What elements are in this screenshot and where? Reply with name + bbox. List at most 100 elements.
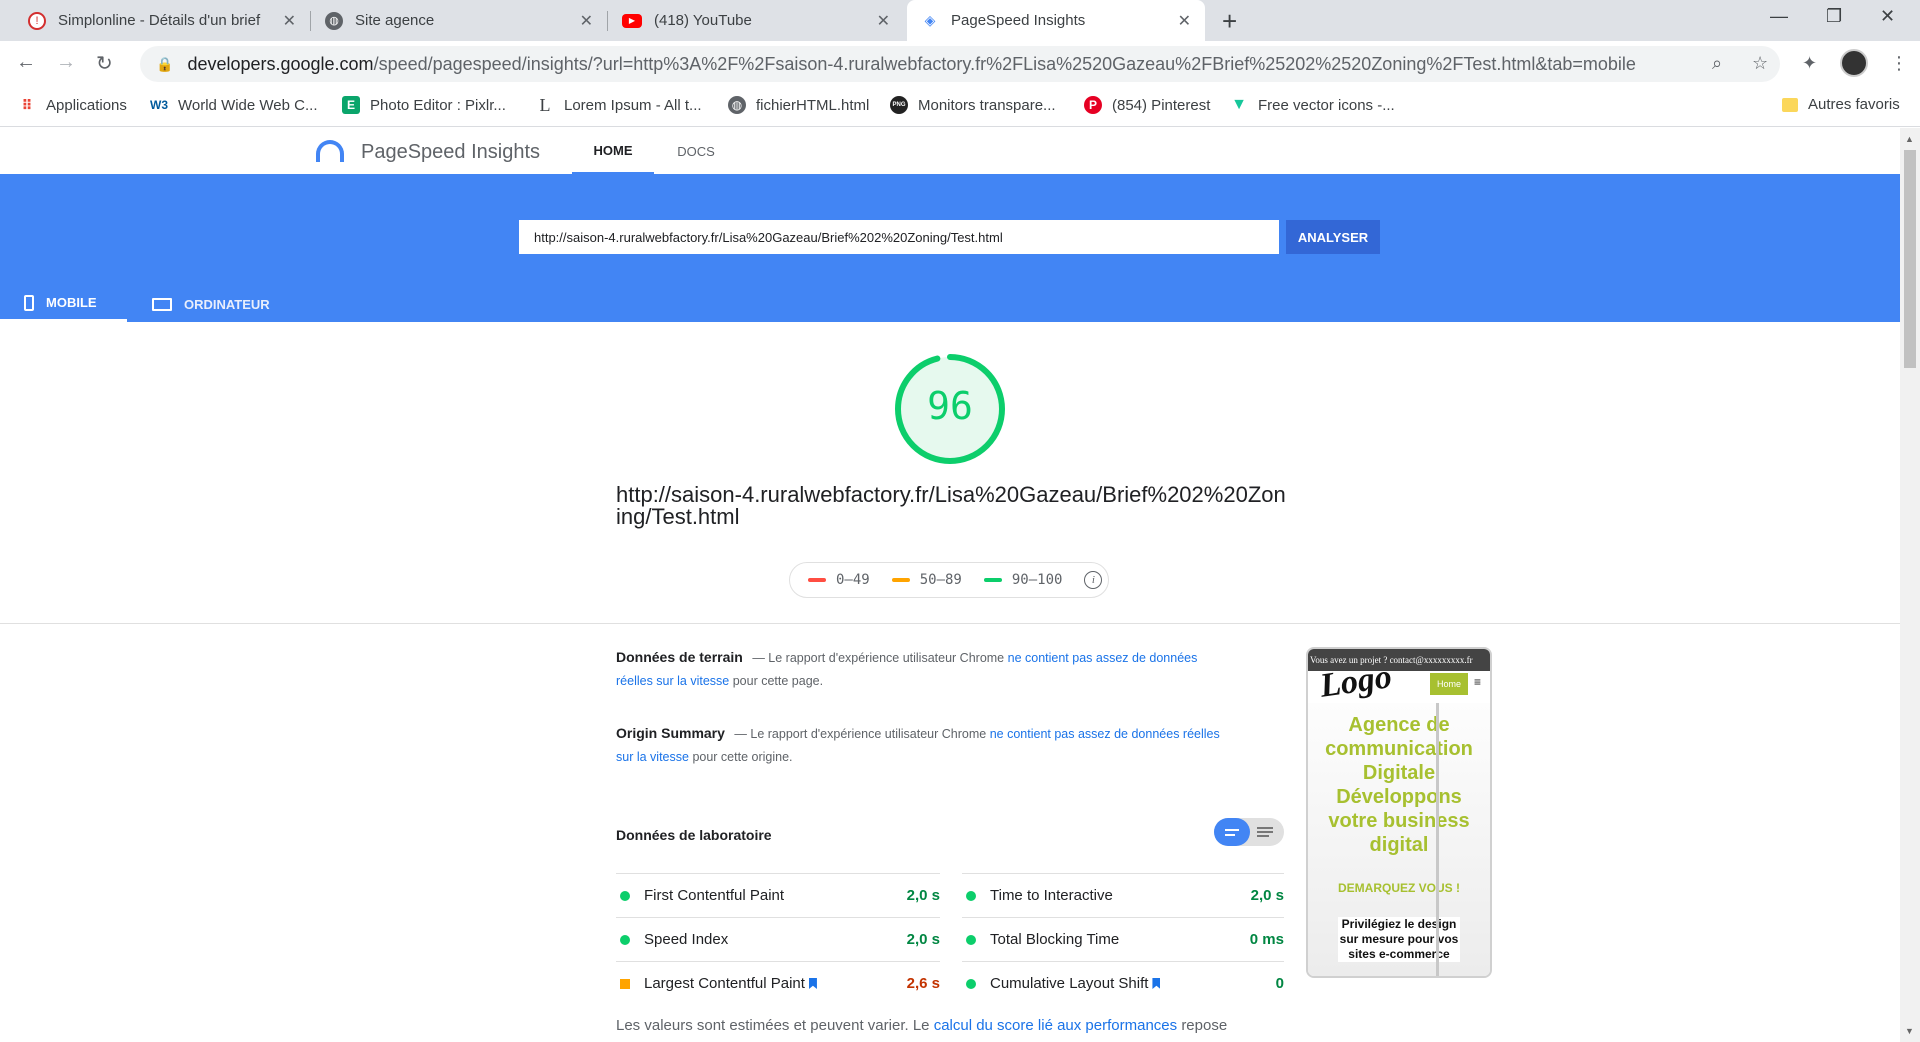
bookmark-label: Autres favoris [1808, 96, 1900, 113]
reload-icon[interactable]: ↻ [96, 51, 113, 76]
tab-mobile-label: MOBILE [46, 295, 97, 310]
field-data-section: Données de terrain — Le rapport d'expéri… [616, 646, 1236, 693]
metric-value: 0 [1275, 975, 1284, 992]
score-calculation-link[interactable]: calcul du score lié aux performances [934, 1017, 1177, 1034]
thumb-home-button: Home [1430, 673, 1468, 695]
back-icon[interactable]: ← [16, 51, 36, 74]
score-legend: 0–49 50–89 90–100 i [789, 562, 1109, 598]
close-icon[interactable]: ✕ [1178, 11, 1191, 31]
metric-label: Speed Index [644, 931, 729, 948]
browser-toolbar: ← → ↻ 🔒 developers.google.com/speed/page… [0, 41, 1920, 87]
thumb-subtext: Privilégiez le design sur mesure pour vo… [1338, 917, 1460, 962]
bookmark-flag-icon [1152, 978, 1161, 989]
restore-icon[interactable]: ❐ [1826, 6, 1842, 27]
apps-grid-icon: ⠿ [21, 96, 33, 113]
minimize-icon[interactable]: — [1770, 6, 1788, 27]
scroll-thumb[interactable] [1904, 150, 1916, 368]
globe-icon: ◍ [325, 11, 343, 30]
bookmark-label: (854) Pinterest [1112, 96, 1211, 114]
nav-home[interactable]: HOME [572, 128, 654, 174]
folder-icon [1782, 97, 1798, 112]
metric-row: Time to Interactive 2,0 s [962, 873, 1284, 917]
avatar[interactable] [1840, 49, 1868, 77]
address-path: /speed/pagespeed/insights/?url=http%3A%2… [373, 53, 1636, 74]
page-scrollbar[interactable]: ▲ ▼ [1900, 128, 1920, 1042]
phone-icon [24, 294, 34, 311]
close-icon[interactable]: ✕ [580, 11, 593, 31]
bookmark-label: Free vector icons -... [1258, 96, 1395, 114]
bookmarks-bar: ⠿ Applications W3 World Wide Web C... E … [0, 87, 1920, 127]
tab-site-agence[interactable]: ◍ Site agence ✕ [311, 0, 607, 41]
pagespeed-logo-icon [316, 140, 344, 162]
metric-row: Total Blocking Time 0 ms [962, 917, 1284, 961]
metric-label: Cumulative Layout Shift [990, 975, 1149, 992]
menu-dots-icon[interactable]: ⋮ [1890, 53, 1908, 74]
analysis-hero: ANALYSER MOBILE ORDINATEUR [0, 174, 1900, 322]
bookmark-w3c[interactable]: W3 World Wide Web C... [150, 96, 317, 114]
url-input[interactable] [519, 220, 1279, 254]
info-icon[interactable]: i [1084, 571, 1103, 589]
metric-label: Largest Contentful Paint [644, 975, 805, 992]
tab-youtube[interactable]: ▶ (418) YouTube ✕ [608, 0, 904, 41]
metrics-view-toggle[interactable] [1214, 818, 1284, 846]
bookmark-label: Monitors transpare... [918, 96, 1056, 114]
divider [0, 623, 1900, 624]
analyze-button[interactable]: ANALYSER [1286, 220, 1380, 254]
bookmark-fichierhtml[interactable]: ◍ fichierHTML.html [728, 96, 869, 114]
bookmark-applications[interactable]: ⠿ Applications [18, 96, 127, 114]
bookmark-other-favorites[interactable]: Autres favoris [1782, 96, 1900, 113]
tab-pagespeed[interactable]: ◈ PageSpeed Insights ✕ [907, 0, 1205, 41]
page-title: PageSpeed Insights [361, 141, 541, 163]
bookmark-pixlr[interactable]: E Photo Editor : Pixlr... [342, 96, 506, 114]
page-screenshot-thumbnail: Vous avez un projet ? contact@xxxxxxxxx.… [1306, 647, 1492, 978]
tab-title: Site agence [355, 12, 435, 29]
star-icon[interactable]: ☆ [1752, 53, 1768, 74]
tab-mobile[interactable]: MOBILE [0, 286, 127, 322]
address-bar[interactable]: 🔒 developers.google.com/speed/pagespeed/… [140, 46, 1780, 82]
tab-title: (418) YouTube [654, 12, 752, 29]
extensions-icon[interactable]: ✦ [1802, 53, 1817, 74]
scroll-down-icon[interactable]: ▼ [1905, 1026, 1914, 1036]
bookmark-label: fichierHTML.html [756, 96, 870, 114]
origin-summary-text: — Le rapport d'expérience utilisateur Ch… [734, 727, 987, 741]
origin-summary-text-end: pour cette origine. [692, 750, 793, 764]
metric-value: 0 ms [1249, 931, 1284, 948]
laptop-icon [152, 297, 172, 311]
window-close-icon[interactable]: ✕ [1880, 6, 1895, 27]
good-dot-icon [966, 934, 976, 945]
tab-simplonline[interactable]: ! Simplonline - Détails d'un brief ✕ [14, 0, 310, 41]
thumb-body: Agence de communication Digitale Dévelop… [1308, 703, 1490, 976]
tab-desktop-label: ORDINATEUR [184, 296, 270, 312]
scroll-up-icon[interactable]: ▲ [1905, 134, 1914, 144]
simplon-icon: ! [28, 11, 46, 30]
bookmark-pinterest[interactable]: P (854) Pinterest [1084, 96, 1210, 114]
w3c-icon: W3 [150, 98, 168, 112]
close-icon[interactable]: ✕ [283, 11, 296, 31]
metric-label: Time to Interactive [990, 887, 1113, 904]
good-dot-icon [620, 934, 630, 945]
thumb-headline: Agence de communication Digitale Dévelop… [1325, 714, 1473, 856]
close-icon[interactable]: ✕ [877, 11, 890, 31]
bookmark-label: Applications [46, 96, 127, 114]
tab-desktop[interactable]: ORDINATEUR [128, 286, 294, 322]
bookmark-lorem[interactable]: L Lorem Ipsum - All t... [536, 95, 702, 115]
legend-poor: 0–49 [808, 572, 870, 588]
browser-tab-bar: ! Simplonline - Détails d'un brief ✕ ◍ S… [0, 0, 1920, 41]
legend-average: 50–89 [891, 572, 962, 588]
score-value: 96 [927, 384, 973, 428]
pinterest-icon: P [1084, 96, 1102, 114]
good-dot-icon [620, 890, 630, 901]
bookmark-vector-icons[interactable]: ▼ Free vector icons -... [1230, 96, 1395, 114]
bookmark-flag-icon [808, 978, 817, 989]
nav-docs[interactable]: DOCS [660, 128, 732, 174]
bookmark-monitors[interactable]: PNG Monitors transpare... [890, 96, 1056, 114]
good-dot-icon [966, 890, 976, 901]
globe-icon: ◍ [728, 96, 746, 114]
new-tab-button[interactable]: + [1222, 6, 1237, 37]
toggle-compact[interactable] [1214, 818, 1250, 846]
zoom-icon[interactable]: ⌕ [1712, 53, 1722, 74]
tested-url: http://saison-4.ruralwebfactory.fr/Lisa%… [616, 482, 1286, 529]
tab-title: PageSpeed Insights [951, 12, 1086, 29]
forward-icon[interactable]: → [56, 51, 76, 74]
pagespeed-icon: ◈ [924, 12, 936, 28]
